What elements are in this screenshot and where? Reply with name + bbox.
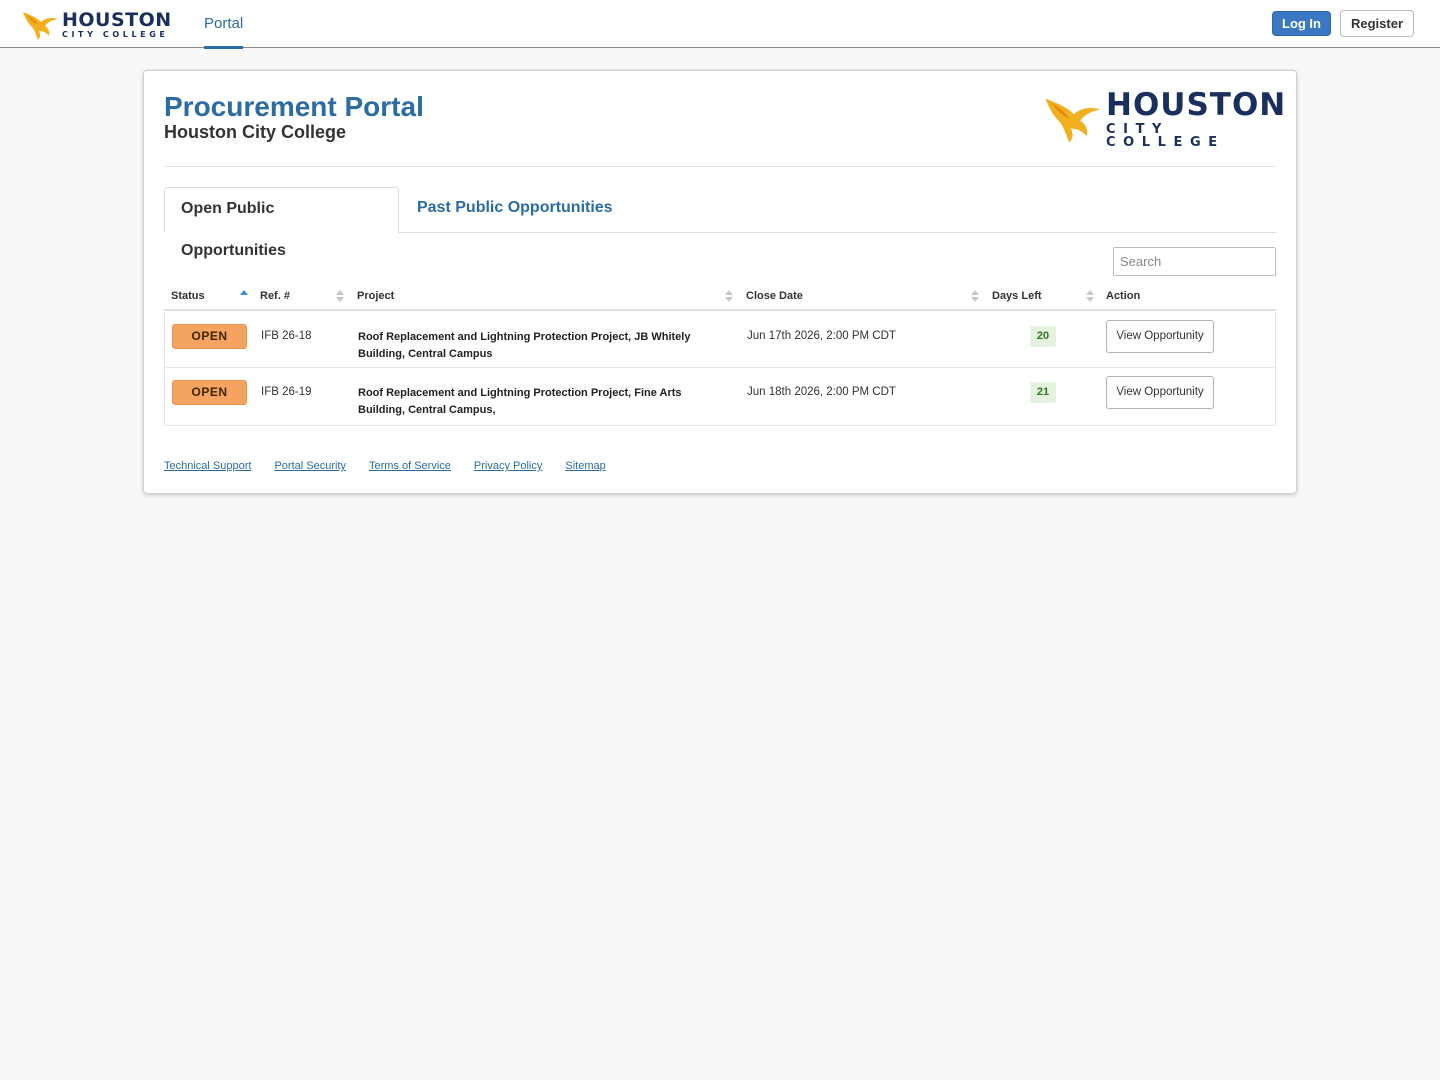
phoenix-icon [1045, 98, 1101, 143]
view-opportunity-button[interactable]: View Opportunity [1106, 376, 1214, 409]
footer-links: Technical Support Portal Security Terms … [164, 460, 606, 476]
header-divider [164, 166, 1276, 167]
ref-number: IFB 26-18 [261, 330, 312, 342]
privacy-policy-link[interactable]: Privacy Policy [474, 460, 542, 476]
brand-name-large: HOUSTON [1106, 86, 1287, 123]
close-date: Jun 18th 2026, 2:00 PM CDT [747, 386, 896, 398]
page-title: Procurement Portal [164, 91, 424, 122]
nav-portal-link[interactable]: Portal [204, 0, 244, 49]
houston-city-college-logo-large: HOUSTON CITY COLLEGE [1044, 89, 1285, 149]
page-subtitle: Houston City College [164, 122, 347, 142]
column-header-days-left[interactable]: Days Left [992, 283, 1042, 309]
brand-name: HOUSTON [62, 9, 172, 31]
column-header-status[interactable]: Status [171, 283, 205, 309]
terms-of-service-link[interactable]: Terms of Service [369, 460, 451, 476]
days-left-badge: 21 [1030, 382, 1056, 403]
opportunities-table-body: OPEN IFB 26-18 Roof Replacement and Ligh… [164, 312, 1276, 426]
close-date: Jun 17th 2026, 2:00 PM CDT [747, 330, 896, 342]
sort-ascending-icon[interactable] [240, 290, 248, 304]
register-button[interactable]: Register [1340, 10, 1414, 37]
status-badge: OPEN [172, 324, 247, 349]
login-button[interactable]: Log In [1272, 11, 1331, 36]
top-navbar: HOUSTON CITY COLLEGE Portal Log In Regis… [0, 0, 1440, 49]
table-row: OPEN IFB 26-18 Roof Replacement and Ligh… [165, 312, 1275, 368]
houston-city-college-logo[interactable]: HOUSTON CITY COLLEGE [22, 8, 172, 42]
column-header-action: Action [1106, 290, 1141, 302]
status-badge: OPEN [172, 380, 247, 405]
technical-support-link[interactable]: Technical Support [164, 460, 251, 476]
brand-sub: CITY COLLEGE [62, 30, 169, 39]
table-row: OPEN IFB 26-19 Roof Replacement and Ligh… [165, 368, 1275, 424]
column-header-project[interactable]: Project [357, 283, 394, 309]
opportunity-tabs: Open Public Opportunities Past Public Op… [164, 187, 1276, 259]
sort-icon[interactable] [725, 290, 733, 304]
search-input[interactable] [1113, 247, 1276, 276]
sort-icon[interactable] [1086, 290, 1094, 304]
phoenix-icon [23, 12, 58, 40]
tab-past-opportunities[interactable]: Past Public Opportunities [401, 187, 629, 233]
view-opportunity-button[interactable]: View Opportunity [1106, 320, 1214, 353]
sort-icon[interactable] [971, 290, 979, 304]
tab-open-opportunities[interactable]: Open Public Opportunities [164, 187, 399, 259]
portal-security-link[interactable]: Portal Security [274, 460, 346, 476]
project-name: Roof Replacement and Lightning Protectio… [358, 387, 682, 416]
sitemap-link[interactable]: Sitemap [565, 460, 605, 476]
table-header: Status Ref. # Project Close Date Days Le… [164, 283, 1276, 311]
column-header-close-date[interactable]: Close Date [746, 283, 803, 309]
sort-icon[interactable] [336, 290, 344, 304]
project-name: Roof Replacement and Lightning Protectio… [358, 331, 691, 360]
days-left-badge: 20 [1030, 326, 1056, 347]
brand-sub-large: CITY COLLEGE [1106, 121, 1225, 150]
column-header-ref[interactable]: Ref. # [260, 283, 290, 309]
ref-number: IFB 26-19 [261, 386, 312, 398]
procurement-card: Procurement Portal Houston City College … [143, 70, 1297, 494]
